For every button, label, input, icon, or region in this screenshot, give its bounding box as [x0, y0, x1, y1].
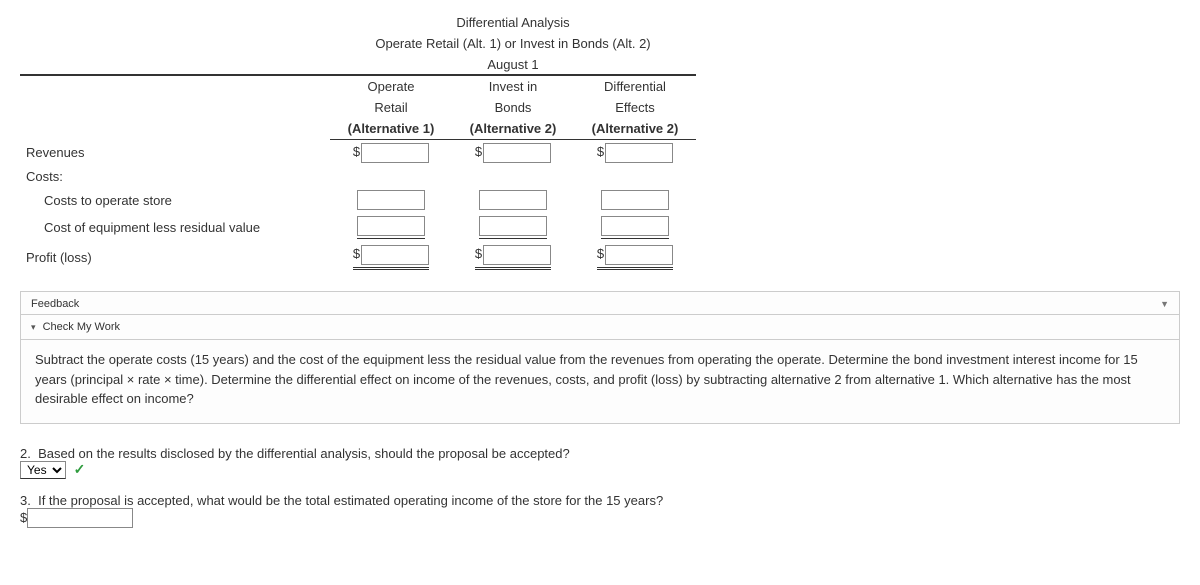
question-2: 2. Based on the results disclosed by the…	[20, 446, 1180, 479]
feedback-title: Feedback	[31, 298, 79, 310]
table-subtitle: Operate Retail (Alt. 1) or Invest in Bon…	[330, 33, 696, 54]
table-row: Cost of equipment less residual value	[20, 213, 696, 242]
col3-line1: Differential	[574, 75, 696, 97]
check-icon: ✓	[74, 461, 86, 477]
revenues-alt2-input[interactable]	[483, 143, 551, 163]
col2-line3: (Alternative 2)	[452, 118, 574, 140]
q2-answer-select[interactable]: Yes	[20, 461, 66, 479]
table-date: August 1	[330, 54, 696, 75]
col1-line2: Retail	[330, 97, 452, 118]
col3-line2: Effects	[574, 97, 696, 118]
table-title: Differential Analysis	[330, 12, 696, 33]
row-cost-store-label: Costs to operate store	[20, 187, 330, 213]
cost-equip-diff-input[interactable]	[601, 216, 669, 236]
revenues-diff-input[interactable]	[605, 143, 673, 163]
q3-number: 3.	[20, 493, 31, 508]
row-cost-equip-label: Cost of equipment less residual value	[20, 213, 330, 242]
row-costs-label: Costs:	[20, 166, 330, 187]
row-revenues-label: Revenues	[20, 140, 330, 167]
table-row: Costs:	[20, 166, 696, 187]
check-my-work-toggle[interactable]: Check My Work	[21, 315, 1179, 340]
profit-alt2-input[interactable]	[483, 245, 551, 265]
col1-line3: (Alternative 1)	[330, 118, 452, 140]
cost-store-alt2-input[interactable]	[479, 190, 547, 210]
differential-analysis-table: Differential Analysis Operate Retail (Al…	[20, 12, 696, 273]
cost-equip-alt2-input[interactable]	[479, 216, 547, 236]
profit-diff-input[interactable]	[605, 245, 673, 265]
revenues-alt1-input[interactable]	[361, 143, 429, 163]
profit-alt1-input[interactable]	[361, 245, 429, 265]
collapse-icon[interactable]: ▼	[1160, 299, 1169, 309]
feedback-panel: Feedback ▼ Check My Work Subtract the op…	[20, 291, 1180, 424]
cost-store-alt1-input[interactable]	[357, 190, 425, 210]
col2-line2: Bonds	[452, 97, 574, 118]
col2-line1: Invest in	[452, 75, 574, 97]
q3-answer-input[interactable]	[27, 508, 133, 528]
feedback-body: Subtract the operate costs (15 years) an…	[21, 340, 1179, 423]
cost-equip-alt1-input[interactable]	[357, 216, 425, 236]
table-row: Costs to operate store	[20, 187, 696, 213]
q3-text: If the proposal is accepted, what would …	[38, 493, 663, 508]
col1-line1: Operate	[330, 75, 452, 97]
table-row: Revenues $ $ $	[20, 140, 696, 167]
q2-number: 2.	[20, 446, 31, 461]
table-row: Profit (loss) $ $ $	[20, 242, 696, 273]
row-profit-label: Profit (loss)	[20, 242, 330, 273]
cost-store-diff-input[interactable]	[601, 190, 669, 210]
col3-line3: (Alternative 2)	[574, 118, 696, 140]
q2-text: Based on the results disclosed by the di…	[38, 446, 570, 461]
question-3: 3. If the proposal is accepted, what wou…	[20, 493, 1180, 528]
